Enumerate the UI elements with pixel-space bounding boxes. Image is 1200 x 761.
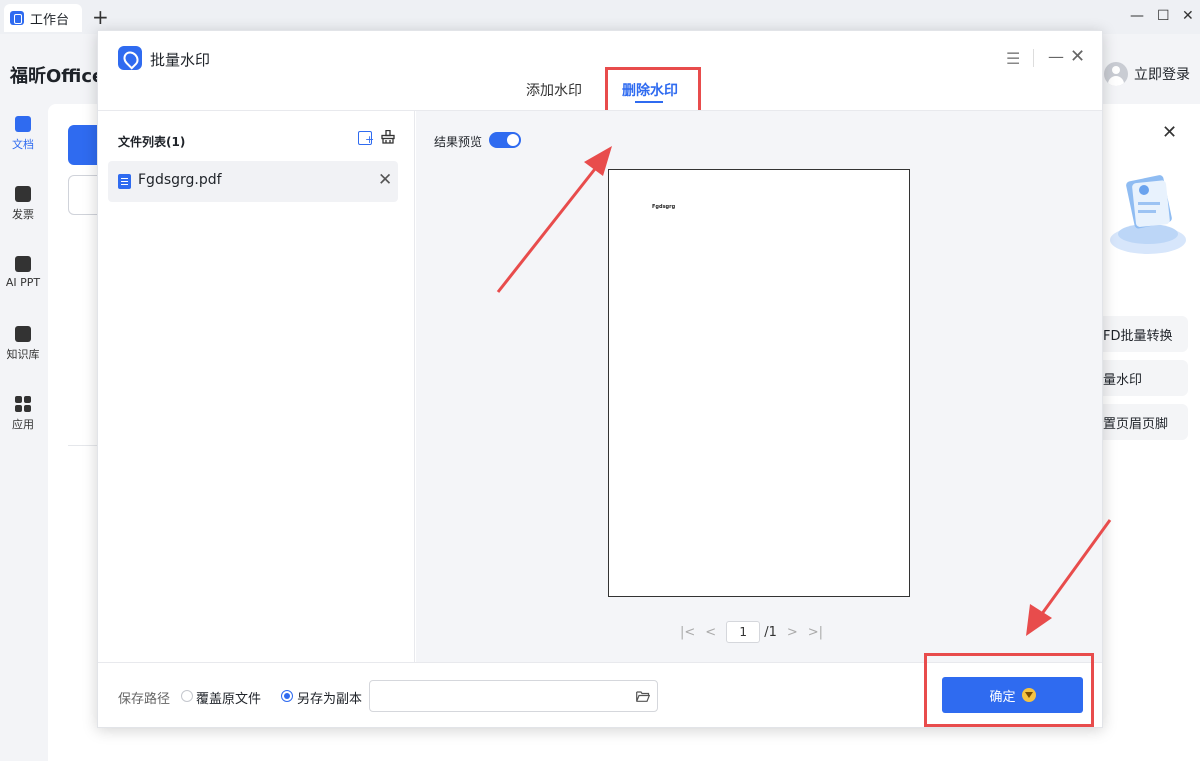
clear-list-icon[interactable] bbox=[381, 130, 395, 144]
nav-item-ai-ppt[interactable]: AI PPT bbox=[0, 256, 46, 289]
preview-label: 结果预览 bbox=[434, 135, 483, 149]
right-panel-close-icon[interactable]: ✕ bbox=[1162, 122, 1177, 143]
watermark-app-icon bbox=[118, 46, 142, 70]
tab-add-watermark[interactable]: 添加水印 bbox=[526, 80, 582, 100]
dialog-minimize-button[interactable]: — bbox=[1048, 47, 1064, 66]
page-content-text: Fgdsgrg bbox=[652, 204, 676, 210]
file-list-panel: 文件列表(1) Fgdsgrg.pdf ✕ bbox=[98, 111, 415, 662]
menu-icon[interactable]: ☰ bbox=[1006, 49, 1020, 68]
brand-name: 福昕Office bbox=[10, 66, 105, 87]
pdf-file-icon bbox=[118, 174, 131, 189]
workbench-tab-label: 工作台 bbox=[30, 12, 70, 28]
last-page-icon[interactable]: >| bbox=[808, 625, 823, 640]
next-page-icon[interactable]: > bbox=[787, 625, 798, 640]
workbench-tab[interactable]: 工作台 bbox=[4, 4, 82, 32]
radio-save-copy[interactable] bbox=[281, 690, 293, 702]
annotation-box-confirm bbox=[924, 653, 1094, 727]
title-bar: 工作台 + — ☐ ✕ bbox=[0, 0, 1200, 34]
document-illustration-icon bbox=[1110, 175, 1186, 254]
radio-overwrite[interactable] bbox=[181, 690, 193, 702]
nav-label-ai-ppt: AI PPT bbox=[5, 276, 41, 289]
nav-label-invoice: 发票 bbox=[12, 208, 34, 221]
nav-label-apps: 应用 bbox=[12, 418, 34, 431]
nav-item-knowledge[interactable]: 知识库 bbox=[0, 326, 46, 362]
nav-item-invoice[interactable]: 发票 bbox=[0, 186, 46, 222]
nav-item-documents[interactable]: 文档 bbox=[0, 116, 46, 152]
avatar-icon bbox=[1104, 62, 1128, 86]
preview-page: Fgdsgrg bbox=[608, 169, 910, 597]
nav-label-knowledge: 知识库 bbox=[6, 348, 40, 361]
new-tab-button[interactable]: + bbox=[92, 5, 109, 29]
pagination: |< < 1 /1 > >| bbox=[680, 621, 823, 643]
file-name: Fgdsgrg.pdf bbox=[138, 172, 222, 188]
window-maximize-button[interactable]: ☐ bbox=[1157, 8, 1170, 24]
prev-page-icon[interactable]: < bbox=[705, 625, 716, 640]
dialog-close-button[interactable]: ✕ bbox=[1070, 46, 1085, 67]
file-list-item[interactable]: Fgdsgrg.pdf ✕ bbox=[108, 161, 398, 202]
save-path-label: 保存路径 bbox=[118, 692, 171, 707]
add-file-icon[interactable] bbox=[358, 131, 374, 145]
page-number-input[interactable]: 1 bbox=[726, 621, 761, 643]
page-total: /1 bbox=[764, 624, 777, 640]
nav-item-apps[interactable]: 应用 bbox=[0, 396, 46, 432]
invoice-icon bbox=[15, 186, 31, 202]
book-icon bbox=[15, 326, 31, 342]
batch-convert-button[interactable]: FD批量转换 bbox=[1103, 316, 1188, 352]
remove-file-icon[interactable]: ✕ bbox=[378, 170, 392, 190]
apps-grid-icon bbox=[15, 396, 31, 412]
batch-watermark-button[interactable]: 量水印 bbox=[1103, 360, 1188, 396]
header-footer-button[interactable]: 置页眉页脚 bbox=[1103, 404, 1188, 440]
login-label: 立即登录 bbox=[1134, 67, 1190, 83]
radio-overwrite-label[interactable]: 覆盖原文件 bbox=[196, 688, 261, 707]
folder-open-icon[interactable] bbox=[636, 691, 650, 702]
nav-label-documents: 文档 bbox=[12, 138, 34, 151]
file-list-title: 文件列表(1) bbox=[118, 135, 186, 149]
ppt-icon bbox=[15, 256, 31, 272]
first-page-icon[interactable]: |< bbox=[680, 625, 695, 640]
login-button[interactable]: 立即登录 bbox=[1104, 62, 1190, 86]
preview-toggle[interactable] bbox=[489, 132, 521, 148]
preview-panel: 结果预览 Fgdsgrg |< < 1 /1 > >| bbox=[416, 111, 1102, 662]
window-minimize-button[interactable]: — bbox=[1130, 8, 1144, 24]
save-path-input[interactable] bbox=[369, 680, 658, 712]
batch-watermark-dialog: 批量水印 ☰ — ✕ 添加水印 删除水印 文件列表(1) Fgdsgrg.pdf… bbox=[97, 30, 1103, 728]
window-close-button[interactable]: ✕ bbox=[1182, 8, 1194, 24]
dialog-title: 批量水印 bbox=[150, 51, 211, 69]
radio-save-copy-label[interactable]: 另存为副本 bbox=[297, 688, 362, 707]
title-separator bbox=[1033, 49, 1034, 67]
app-logo-icon bbox=[10, 11, 24, 25]
document-icon bbox=[15, 116, 31, 132]
